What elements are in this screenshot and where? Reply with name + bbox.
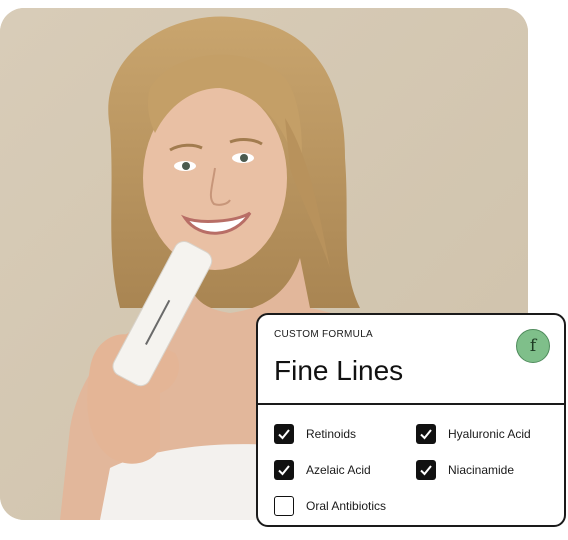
ingredient-hyaluronic-acid[interactable]: Hyaluronic Acid xyxy=(416,423,531,445)
ingredient-niacinamide[interactable]: Niacinamide xyxy=(416,459,514,481)
empty-checkbox-icon[interactable] xyxy=(274,496,294,516)
card-title: Fine Lines xyxy=(274,355,404,386)
ingredient-label: Retinoids xyxy=(306,427,357,441)
card-eyebrow: CUSTOM FORMULA xyxy=(274,329,374,340)
ingredient-label: Azelaic Acid xyxy=(306,463,371,477)
brand-badge: f xyxy=(516,329,550,363)
ingredient-oral-antibiotics[interactable]: Oral Antibiotics xyxy=(274,495,386,517)
ingredient-label: Hyaluronic Acid xyxy=(448,427,531,441)
ingredient-retinoids[interactable]: Retinoids xyxy=(274,423,356,445)
card-header: CUSTOM FORMULA Fine Lines f xyxy=(258,315,564,405)
check-icon[interactable] xyxy=(274,460,294,480)
custom-formula-card: CUSTOM FORMULA Fine Lines f Retinoids Hy… xyxy=(256,313,566,527)
ingredient-azelaic-acid[interactable]: Azelaic Acid xyxy=(274,459,371,481)
check-icon[interactable] xyxy=(416,460,436,480)
ingredient-list: Retinoids Hyaluronic Acid Azelaic Acid N… xyxy=(258,405,564,525)
check-icon[interactable] xyxy=(274,424,294,444)
badge-letter: f xyxy=(529,336,537,356)
ingredient-label: Oral Antibiotics xyxy=(306,499,387,513)
hero-stage: CUSTOM FORMULA Fine Lines f Retinoids Hy… xyxy=(0,0,568,540)
check-icon[interactable] xyxy=(416,424,436,444)
ingredient-label: Niacinamide xyxy=(448,463,515,477)
